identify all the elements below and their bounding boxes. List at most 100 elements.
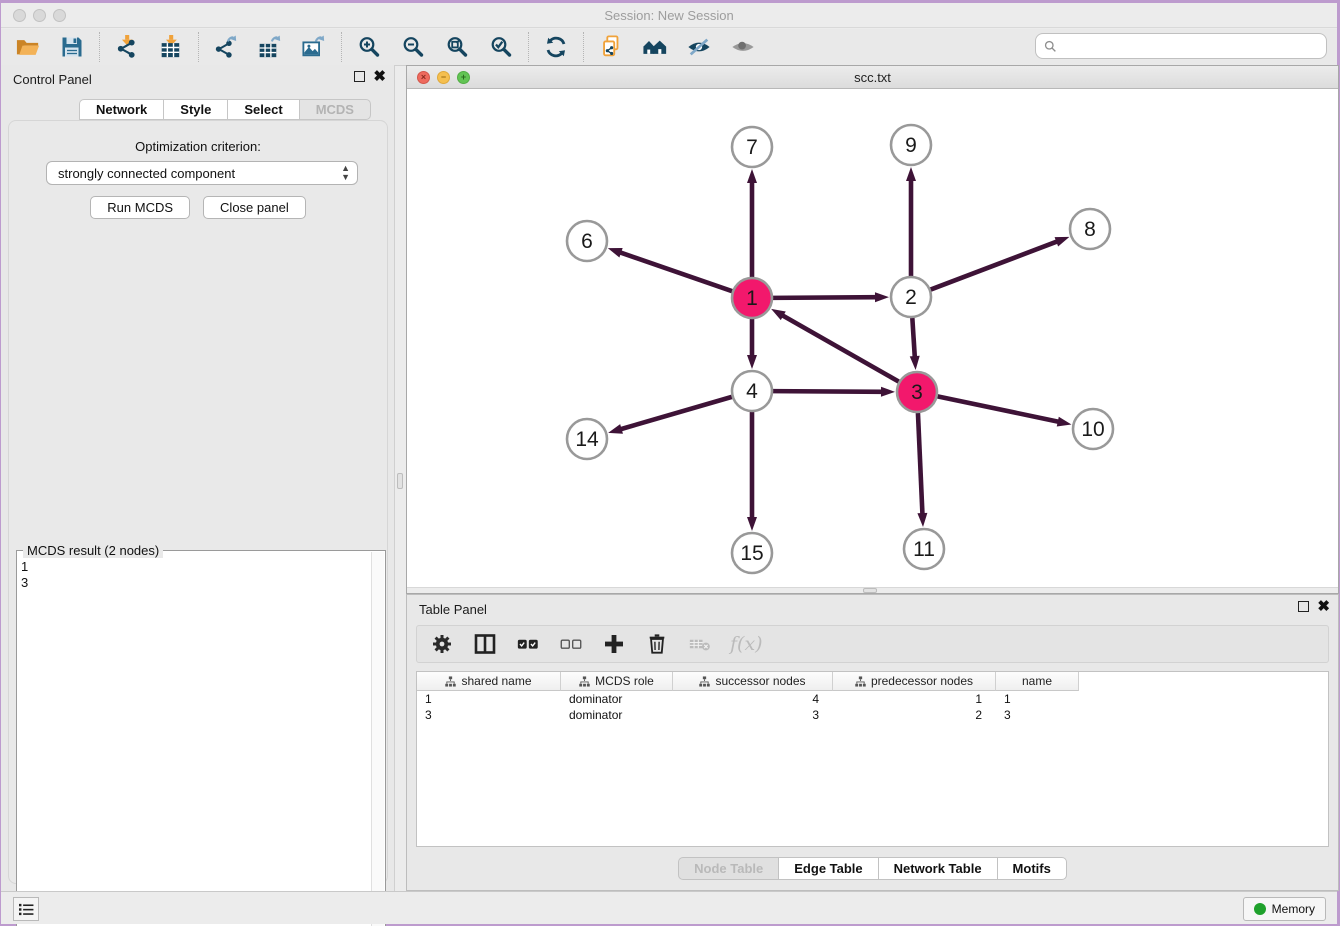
close-panel-button[interactable]: Close panel (203, 196, 306, 219)
tab-network-table[interactable]: Network Table (878, 857, 997, 880)
search-icon (1044, 40, 1057, 53)
cell-successor-nodes[interactable]: 4 (673, 692, 833, 706)
clear-selection-checkboxes-icon[interactable] (558, 632, 584, 656)
cell-shared-name[interactable]: 1 (417, 692, 561, 706)
edge-4-15[interactable] (747, 412, 757, 531)
zoom-fit-icon[interactable] (444, 34, 470, 60)
float-panel-icon[interactable] (354, 71, 365, 82)
split-panel-icon[interactable] (472, 632, 498, 656)
import-network-icon[interactable] (114, 34, 140, 60)
edge-2-8[interactable] (931, 237, 1070, 290)
cell-successor-nodes[interactable]: 3 (673, 708, 833, 722)
node-4[interactable]: 4 (732, 371, 772, 411)
mcds-result-text[interactable]: 1 3 (21, 559, 369, 926)
column-header-predecessor-nodes[interactable]: predecessor nodes (833, 672, 996, 691)
cell-MCDS-role[interactable]: dominator (561, 708, 673, 722)
close-table-panel-icon[interactable]: ✖ (1317, 601, 1330, 612)
cell-predecessor-nodes[interactable]: 2 (833, 708, 996, 722)
svg-text:9: 9 (905, 134, 917, 157)
node-7[interactable]: 7 (732, 127, 772, 167)
tab-edge-table[interactable]: Edge Table (778, 857, 877, 880)
export-image-icon[interactable] (301, 34, 327, 60)
cell-name[interactable]: 3 (996, 708, 1079, 722)
save-session-icon[interactable] (59, 34, 85, 60)
search-field[interactable] (1035, 33, 1327, 59)
import-table-icon[interactable] (158, 34, 184, 60)
cell-shared-name[interactable]: 3 (417, 708, 561, 722)
column-header-name[interactable]: name (996, 672, 1079, 691)
zoom-out-icon[interactable] (400, 34, 426, 60)
node-2[interactable]: 2 (891, 277, 931, 317)
tab-mcds[interactable]: MCDS (299, 99, 371, 120)
zoom-selected-icon[interactable] (488, 34, 514, 60)
edge-2-3[interactable] (910, 318, 920, 370)
node-table[interactable]: shared nameMCDS rolesuccessor nodesprede… (416, 671, 1329, 847)
node-14[interactable]: 14 (567, 419, 607, 459)
tab-network[interactable]: Network (79, 99, 163, 120)
close-panel-icon[interactable]: ✖ (373, 71, 386, 82)
edge-2-9[interactable] (906, 167, 916, 276)
node-8[interactable]: 8 (1070, 209, 1110, 249)
select-all-checkboxes-icon[interactable] (515, 632, 541, 656)
export-network-icon[interactable] (213, 34, 239, 60)
network-canvas[interactable]: 1 2 3 4 6 7 8 9 10 11 14 15 (407, 89, 1338, 587)
column-header-successor-nodes[interactable]: successor nodes (673, 672, 833, 691)
delete-column-icon[interactable] (644, 632, 670, 656)
memory-button[interactable]: Memory (1243, 897, 1326, 921)
show-hidden-icon[interactable] (730, 34, 756, 60)
export-table-icon[interactable] (257, 34, 283, 60)
settings-gear-icon[interactable] (429, 632, 455, 656)
float-table-panel-icon[interactable] (1298, 601, 1309, 612)
edge-4-3[interactable] (773, 387, 895, 397)
table-panel-title: Table Panel (419, 602, 487, 617)
table-row[interactable]: 3dominator323 (417, 707, 1328, 723)
open-session-icon[interactable] (15, 34, 41, 60)
result-scrollbar[interactable] (371, 552, 384, 926)
table-row[interactable]: 1dominator411 (417, 691, 1328, 707)
node-9[interactable]: 9 (891, 125, 931, 165)
cell-name[interactable]: 1 (996, 692, 1079, 706)
svg-text:8: 8 (1084, 218, 1096, 241)
edge-4-14[interactable] (608, 397, 732, 434)
horizontal-splitter-handle[interactable] (863, 588, 877, 593)
edge-1-7[interactable] (747, 169, 757, 277)
edge-3-1[interactable] (771, 309, 899, 382)
edge-3-11[interactable] (917, 413, 927, 527)
criterion-dropdown[interactable]: strongly connected component ▲▼ (46, 161, 358, 185)
refresh-network-icon[interactable] (543, 34, 569, 60)
svg-text:14: 14 (575, 428, 599, 451)
control-panel: Control Panel ✖ NetworkStyleSelectMCDS O… (1, 65, 395, 891)
clone-network-icon[interactable] (598, 34, 624, 60)
create-column-icon[interactable] (601, 632, 627, 656)
node-10[interactable]: 10 (1073, 409, 1113, 449)
edge-1-4[interactable] (747, 319, 757, 369)
cell-MCDS-role[interactable]: dominator (561, 692, 673, 706)
edge-3-10[interactable] (938, 396, 1072, 426)
tab-style[interactable]: Style (163, 99, 227, 120)
node-11[interactable]: 11 (904, 529, 944, 569)
node-1[interactable]: 1 (732, 278, 772, 318)
node-15[interactable]: 15 (732, 533, 772, 573)
tab-motifs[interactable]: Motifs (997, 857, 1067, 880)
task-history-button[interactable] (13, 897, 39, 921)
column-header-MCDS-role[interactable]: MCDS role (561, 672, 673, 691)
tab-node-table[interactable]: Node Table (678, 857, 778, 880)
search-input[interactable] (1063, 39, 1318, 54)
optimization-criterion-label: Optimization criterion: (9, 139, 387, 154)
network-window-titlebar[interactable]: × − + scc.txt (407, 66, 1338, 89)
tab-select[interactable]: Select (227, 99, 298, 120)
node-3[interactable]: 3 (897, 372, 937, 412)
vertical-splitter-handle[interactable] (397, 473, 403, 489)
memory-label: Memory (1272, 902, 1315, 916)
hide-selected-icon[interactable] (686, 34, 712, 60)
reset-home-icon[interactable] (642, 34, 668, 60)
run-mcds-button[interactable]: Run MCDS (90, 196, 190, 219)
svg-text:3: 3 (911, 381, 923, 404)
zoom-in-icon[interactable] (356, 34, 382, 60)
cell-predecessor-nodes[interactable]: 1 (833, 692, 996, 706)
svg-text:11: 11 (913, 538, 935, 561)
edge-1-2[interactable] (773, 292, 889, 302)
column-header-shared-name[interactable]: shared name (417, 672, 561, 691)
edge-1-6[interactable] (608, 248, 732, 291)
node-6[interactable]: 6 (567, 221, 607, 261)
